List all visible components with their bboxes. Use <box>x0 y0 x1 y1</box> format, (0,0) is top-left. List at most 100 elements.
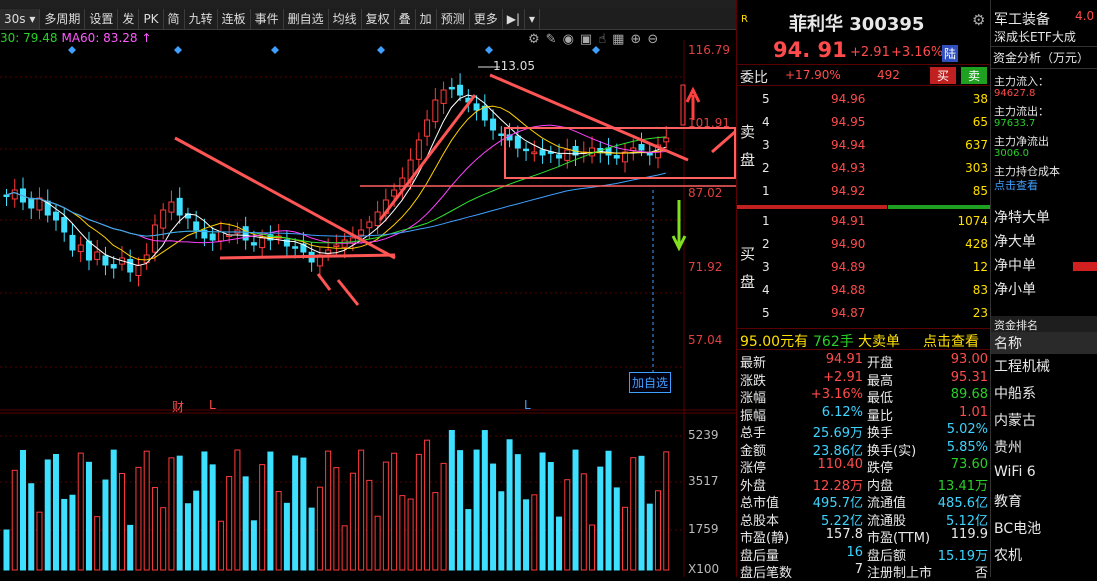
toolbar-item[interactable]: 事件 <box>251 8 284 29</box>
toolbar-item[interactable]: 预测 <box>437 8 470 29</box>
volume-bar <box>52 454 59 571</box>
net-order-item[interactable]: 净大单 <box>994 231 1036 251</box>
bid-price: 94.91 <box>831 214 866 228</box>
bid-price: 94.87 <box>831 306 866 320</box>
rank-item[interactable]: 贵州 <box>994 437 1022 457</box>
outflow-label: 主力流出： <box>994 105 1049 118</box>
rank-item[interactable]: BC电池 <box>994 518 1041 538</box>
diamond-marker <box>68 46 76 54</box>
toolbar-item[interactable]: 简 <box>164 8 185 29</box>
candle-body <box>638 144 645 151</box>
ask-volume: 637 <box>965 138 988 152</box>
quote-value: 5.85% <box>946 439 988 455</box>
toolbar-item[interactable]: 均线 <box>329 8 362 29</box>
volume-bar <box>358 449 365 571</box>
bid-row[interactable]: 5 94.87 23 <box>737 302 991 325</box>
kline-chart[interactable] <box>0 40 736 577</box>
quote-value: 73.60 <box>950 457 988 472</box>
toolbar-item[interactable]: 设置 <box>85 8 119 29</box>
ask-row[interactable]: 5 94.96 38 <box>737 88 991 111</box>
quote-label: 流通值 <box>867 496 907 511</box>
bid-row[interactable]: 3 94.89 12 <box>737 256 991 279</box>
rank-item[interactable]: 农机 <box>994 545 1022 565</box>
candle-body <box>432 99 439 123</box>
side-panel: 军工装备 4.0 深成长ETF大成 资金分析（万元） 主力流入： 94627.8… <box>990 0 1097 577</box>
bid-volume: 428 <box>965 237 988 251</box>
quote-label: 跌停 <box>867 461 894 476</box>
toolbar-item[interactable]: 更多 <box>470 8 503 29</box>
quote-value: 119.9 <box>950 527 988 542</box>
sell-button[interactable]: 卖 <box>961 67 987 84</box>
forward-icon[interactable]: ▶| <box>503 8 525 29</box>
volume-bar <box>382 461 389 571</box>
ask-row[interactable]: 3 94.94 637 <box>737 134 991 157</box>
top-menu-strip: …………………………… <box>0 0 736 8</box>
quote-row: 盘后量 16 盘后额 15.19万 <box>737 545 991 564</box>
quote-label: 市盈(静) <box>740 531 790 546</box>
diamond-marker <box>592 46 600 54</box>
etf-name[interactable]: 深成长ETF大成 <box>994 28 1076 45</box>
ask-row[interactable]: 2 94.93 303 <box>737 157 991 180</box>
net-order-item[interactable]: 净小单 <box>994 279 1036 299</box>
candle-body <box>77 244 84 253</box>
volume-bar <box>283 502 290 571</box>
net-order-item[interactable]: 净特大单 <box>994 207 1050 227</box>
big-order-row: 95.00元有 762手 大卖单 点击查看 <box>737 328 991 350</box>
quote-label: 外盘 <box>740 478 767 494</box>
quote-value: 89.68 <box>950 387 988 402</box>
rank-item[interactable]: 内蒙古 <box>994 410 1036 430</box>
volume-bar <box>300 457 307 571</box>
volume-bar <box>201 451 208 571</box>
candle-body <box>473 103 480 111</box>
buy-button[interactable]: 买 <box>930 67 956 84</box>
add-watch-button[interactable]: 加自选 <box>629 372 672 393</box>
rank-item[interactable]: WiFi 6 <box>994 464 1036 480</box>
toolbar-item[interactable]: 加 <box>416 8 437 29</box>
period-select[interactable]: 30s ▾ <box>0 8 41 29</box>
volume-bar <box>638 455 645 571</box>
rank-item[interactable]: 中船系 <box>994 383 1036 403</box>
cost-view-link[interactable]: 点击查看 <box>994 177 1038 193</box>
weibi-label: 委比 <box>740 70 768 86</box>
inflow-label: 主力流入： <box>994 75 1049 88</box>
quote-row: 最新 94.91 开盘 93.00 <box>737 352 991 371</box>
ask-row[interactable]: 1 94.92 85 <box>737 180 991 203</box>
l-marker: L <box>209 398 216 412</box>
toolbar-item[interactable]: 复权 <box>362 8 395 29</box>
toolbar-item[interactable]: PK <box>139 8 164 29</box>
ask-row[interactable]: 4 94.95 65 <box>737 111 991 134</box>
candle-body <box>193 221 200 231</box>
quote-label: 总股本 <box>740 513 780 529</box>
bid-row[interactable]: 4 94.88 83 <box>737 279 991 302</box>
quote-label: 最低 <box>867 391 894 406</box>
toolbar-item[interactable]: 叠 <box>395 8 416 29</box>
rank-item[interactable]: 工程机械 <box>994 356 1050 376</box>
finance-marker: 财 <box>172 400 185 414</box>
toolbar-item[interactable]: 连板 <box>218 8 251 29</box>
volume-tick: 5239 <box>688 428 719 442</box>
toolbar-item[interactable]: 删自选 <box>284 8 329 29</box>
volume-bar <box>572 449 579 571</box>
bid-row[interactable]: 2 94.90 428 <box>737 233 991 256</box>
volume-bar <box>663 451 670 571</box>
settings-gear-icon[interactable]: ⚙ <box>972 11 985 29</box>
rank-item[interactable]: 教育 <box>994 491 1022 511</box>
volume-bar <box>259 464 266 571</box>
big-order-qty: 762手 <box>813 334 854 350</box>
toolbar-item[interactable]: 发 <box>118 8 140 29</box>
sector-name[interactable]: 军工装备 <box>994 9 1050 29</box>
candle-body <box>61 217 68 233</box>
volume-bar <box>217 520 224 571</box>
candle-body <box>663 137 670 143</box>
big-order-view-link[interactable]: 点击查看 <box>923 331 979 351</box>
volume-bar <box>655 490 662 571</box>
toolbar-item[interactable]: 九转 <box>185 8 218 29</box>
net-order-item[interactable]: 净中单 <box>994 255 1036 275</box>
high-label: 113.05 <box>493 59 535 73</box>
candle-body <box>209 233 216 241</box>
toolbar-item[interactable]: 多周期 <box>40 8 86 29</box>
bid-row[interactable]: 1 94.91 1074 <box>737 210 991 233</box>
quote-label: 内盘 <box>867 478 894 494</box>
candle-body <box>391 189 398 197</box>
dropdown-icon[interactable]: ▾ <box>525 8 541 29</box>
